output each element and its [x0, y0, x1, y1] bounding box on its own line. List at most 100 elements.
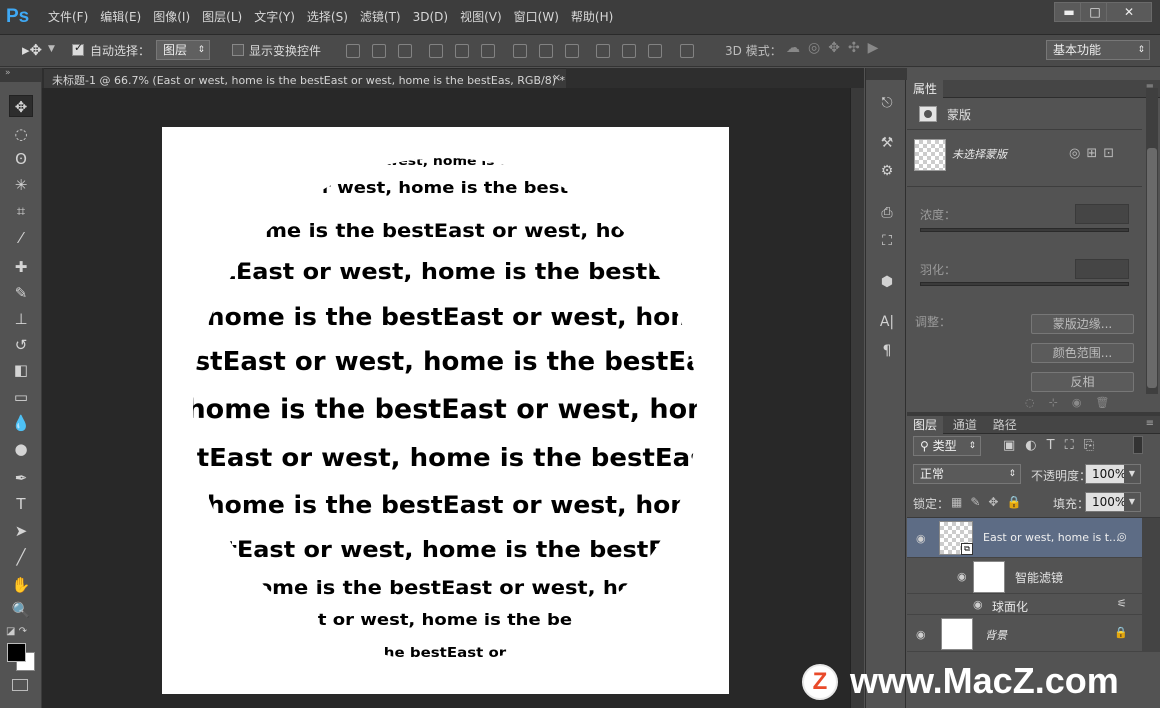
feather-slider[interactable]	[920, 282, 1129, 286]
marquee-tool-icon[interactable]: ◌	[9, 123, 33, 145]
paths-tab[interactable]: 路径	[987, 416, 1023, 434]
character-panel-icon[interactable]: A|	[876, 311, 898, 333]
pen-tool-icon[interactable]: ✒	[9, 467, 33, 489]
distribute-left-icon[interactable]	[596, 44, 611, 58]
density-input[interactable]	[1075, 204, 1129, 224]
menu-filter[interactable]: 滤镜(T)	[354, 0, 407, 35]
layer-row-spherize[interactable]: ◉ 球面化 ⚟	[907, 595, 1142, 615]
menu-type[interactable]: 文字(Y)	[248, 0, 301, 35]
fill-input[interactable]: 100% ▼	[1085, 492, 1141, 512]
layer-name[interactable]: 背景	[985, 627, 1007, 643]
lasso-tool-icon[interactable]: ʘ	[9, 148, 33, 170]
distribute-hcenter-icon[interactable]	[622, 44, 637, 58]
healing-brush-tool-icon[interactable]: ✚	[9, 256, 33, 278]
paragraph-panel-icon[interactable]: ¶	[876, 340, 898, 362]
panel-menu-icon[interactable]: ≡	[1146, 418, 1154, 429]
properties-tab[interactable]: 属性	[907, 80, 944, 98]
layers-scrollbar[interactable]	[1142, 518, 1160, 652]
properties-scrollbar[interactable]	[1146, 88, 1158, 394]
auto-select-dropdown[interactable]: 图层 ⇕	[156, 40, 210, 60]
tab-close-icon[interactable]: ×	[552, 71, 561, 84]
scroll-thumb[interactable]	[1147, 148, 1157, 388]
auto-align-icon[interactable]	[679, 44, 694, 58]
layer-row-smart[interactable]: ◉ ⧉ East or west, home is t... ◎	[907, 518, 1142, 558]
show-transform-checkbox[interactable]	[232, 44, 244, 56]
layer-row-smart-filters[interactable]: ◉ 智能滤镜	[907, 558, 1142, 594]
align-right-icon[interactable]	[481, 44, 496, 58]
menu-layer[interactable]: 图层(L)	[196, 0, 248, 35]
brush-presets-icon[interactable]: ⚙	[876, 160, 898, 182]
distribute-vcenter-icon[interactable]	[538, 44, 553, 58]
layer-filter-icons[interactable]: ▣◐T⛶⎘	[1003, 438, 1104, 453]
dock-collapse-bar[interactable]	[866, 68, 907, 80]
menu-image[interactable]: 图像(I)	[147, 0, 196, 35]
align-vcenter-icon[interactable]	[371, 44, 386, 58]
3d-panel-icon[interactable]: ⬢	[876, 271, 898, 293]
brush-panel-icon[interactable]: ⚒	[876, 132, 898, 154]
history-brush-tool-icon[interactable]: ↺	[9, 334, 33, 356]
layers-tab[interactable]: 图层	[907, 416, 944, 434]
align-bottom-icon[interactable]	[397, 44, 412, 58]
chevron-down-icon[interactable]: ▼	[1124, 465, 1140, 483]
layer-name[interactable]: East or west, home is t...	[983, 531, 1120, 544]
menu-help[interactable]: 帮助(H)	[565, 0, 619, 35]
align-left-icon[interactable]	[429, 44, 444, 58]
brush-tool-icon[interactable]: ✎	[9, 282, 33, 304]
blend-mode-dropdown[interactable]: 正常 ⇕	[913, 464, 1021, 484]
menu-view[interactable]: 视图(V)	[454, 0, 508, 35]
hand-tool-icon[interactable]: ✋	[9, 574, 33, 596]
opacity-input[interactable]: 100% ▼	[1085, 464, 1141, 484]
toolbox-collapse-bar[interactable]: »	[0, 68, 42, 82]
menu-select[interactable]: 选择(S)	[301, 0, 354, 35]
distribute-top-icon[interactable]	[512, 44, 527, 58]
line-tool-icon[interactable]: ╱	[9, 546, 33, 568]
layer-name[interactable]: 智能滤镜	[1015, 569, 1063, 586]
filter-toggle[interactable]	[1133, 436, 1143, 454]
channels-tab[interactable]: 通道	[947, 416, 983, 434]
distribute-right-icon[interactable]	[648, 44, 663, 58]
document-canvas[interactable]: East or west, home is the best r west, ho…	[162, 127, 729, 694]
align-hcenter-icon[interactable]	[455, 44, 470, 58]
mask-edge-button[interactable]: 蒙版边缘...	[1031, 314, 1134, 334]
layer-filter-dropdown[interactable]: ⚲ 类型 ⇕	[913, 436, 981, 456]
chevron-down-icon[interactable]: ▼	[48, 44, 55, 54]
eyedropper-tool-icon[interactable]: ⁄	[9, 227, 33, 249]
visibility-eye-icon[interactable]: ◉	[973, 598, 983, 611]
close-button[interactable]: ✕	[1106, 2, 1152, 22]
document-tab[interactable]: 未标题-1 @ 66.7% (East or west, home is the…	[44, 68, 566, 88]
layer-mask-thumbnail[interactable]	[914, 139, 946, 171]
distribute-bottom-icon[interactable]	[564, 44, 579, 58]
workspace-dropdown[interactable]: 基本功能 ⇕	[1046, 40, 1150, 60]
crop-tool-icon[interactable]: ⌗	[9, 200, 33, 222]
visibility-eye-icon[interactable]: ◉	[916, 532, 926, 545]
density-slider[interactable]	[920, 228, 1129, 232]
menu-edit[interactable]: 编辑(E)	[94, 0, 147, 35]
3d-mode-icons[interactable]: ☁◎✥✣▶	[786, 40, 886, 56]
filter-options-icon[interactable]: ⚟	[1117, 597, 1127, 610]
menu-3d[interactable]: 3D(D)	[407, 0, 454, 35]
visibility-eye-icon[interactable]: ◉	[916, 628, 926, 641]
move-tool-icon[interactable]: ✥	[9, 95, 33, 117]
move-tool-preset-icon[interactable]: ▸✥	[22, 41, 42, 59]
chevron-down-icon[interactable]: ▼	[1124, 493, 1140, 511]
layer-name[interactable]: 球面化	[992, 598, 1028, 615]
canvas-scrollbar[interactable]	[850, 88, 864, 708]
gradient-tool-icon[interactable]: ▭	[9, 386, 33, 408]
layer-row-background[interactable]: ◉ 背景 🔒	[907, 616, 1142, 652]
default-colors-icon[interactable]: ◪ ↷	[6, 626, 27, 637]
visibility-eye-icon[interactable]: ◉	[957, 570, 967, 583]
feather-input[interactable]	[1075, 259, 1129, 279]
menu-file[interactable]: 文件(F)	[42, 0, 94, 35]
clone-stamp-tool-icon[interactable]: ⊥	[9, 308, 33, 330]
menu-window[interactable]: 窗口(W)	[508, 0, 565, 35]
lock-icons[interactable]: ▦✎✥🔒	[951, 495, 1029, 509]
align-top-icon[interactable]	[346, 44, 360, 58]
blur-tool-icon[interactable]: 💧	[9, 412, 33, 434]
mask-action-icons[interactable]: ◎⊞⊡	[1069, 146, 1120, 161]
properties-footer-icons[interactable]: ◌⊹◉🗑	[1025, 396, 1123, 409]
history-panel-icon[interactable]: ⎋	[876, 92, 898, 114]
invert-button[interactable]: 反相	[1031, 372, 1134, 392]
path-selection-tool-icon[interactable]: ➤	[9, 520, 33, 542]
eraser-tool-icon[interactable]: ◧	[9, 359, 33, 381]
tool-presets-icon[interactable]: ⛶	[876, 230, 898, 252]
